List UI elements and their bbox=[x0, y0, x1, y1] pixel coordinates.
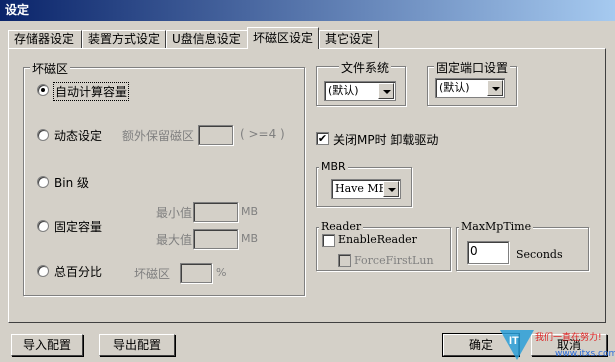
chevron-down-icon[interactable] bbox=[487, 80, 503, 96]
max-label: 最大值 bbox=[156, 233, 193, 247]
fixed-port-legend: 固定端口设置 bbox=[434, 59, 511, 76]
percent-field-label: 坏磁区 bbox=[134, 267, 171, 281]
chevron-down-icon[interactable] bbox=[378, 83, 394, 99]
radio-bin[interactable] bbox=[37, 176, 49, 188]
force-first-lun-checkbox bbox=[338, 254, 351, 267]
mbr-select[interactable]: Have MBR bbox=[331, 179, 401, 199]
min-unit: MB bbox=[241, 205, 259, 218]
max-input[interactable] bbox=[193, 229, 238, 249]
dynamic-label[interactable]: 动态设定 bbox=[54, 127, 102, 144]
auto-label[interactable]: 自动计算容量 bbox=[53, 82, 130, 101]
percent-label[interactable]: 总百分比 bbox=[54, 263, 102, 280]
maxmp-unit: Seconds bbox=[516, 248, 563, 261]
radio-fixed[interactable] bbox=[37, 220, 49, 232]
fixed-port-select[interactable]: (默认) bbox=[435, 78, 505, 98]
filesystem-value: (默认) bbox=[328, 84, 359, 97]
percent-input[interactable] bbox=[180, 263, 212, 283]
maxmp-legend: MaxMpTime bbox=[459, 220, 534, 233]
force-first-lun-label: ForceFirstLun bbox=[354, 254, 434, 267]
percent-unit: % bbox=[216, 266, 227, 279]
max-unit: MB bbox=[241, 232, 259, 245]
bin-label[interactable]: Bin 级 bbox=[54, 174, 89, 191]
fixed-label[interactable]: 固定容量 bbox=[54, 218, 102, 235]
maxmp-input[interactable]: 0 bbox=[467, 241, 509, 264]
chevron-down-icon[interactable] bbox=[383, 181, 399, 197]
radio-percent[interactable] bbox=[37, 265, 49, 277]
radio-auto[interactable] bbox=[37, 84, 49, 96]
radio-dynamic[interactable] bbox=[37, 129, 49, 141]
mbr-legend: MBR bbox=[319, 160, 348, 173]
enable-reader-checkbox[interactable] bbox=[322, 234, 335, 247]
extra-reserved-hint: ( >=4 ) bbox=[240, 127, 285, 141]
enable-reader-label[interactable]: EnableReader bbox=[338, 233, 417, 246]
unload-label[interactable]: 关闭MP时 卸载驱动 bbox=[333, 131, 438, 148]
fixed-port-value: (默认) bbox=[439, 81, 470, 94]
filesystem-select[interactable]: (默认) bbox=[324, 81, 396, 101]
reader-legend: Reader bbox=[319, 220, 364, 233]
extra-reserved-label: 额外保留磁区 bbox=[122, 129, 195, 143]
unload-checkbox[interactable]: ✔ bbox=[316, 132, 329, 145]
min-input[interactable] bbox=[193, 202, 238, 222]
filesystem-legend: 文件系统 bbox=[339, 59, 392, 76]
extra-reserved-input[interactable] bbox=[198, 125, 233, 145]
min-label: 最小值 bbox=[156, 206, 193, 220]
